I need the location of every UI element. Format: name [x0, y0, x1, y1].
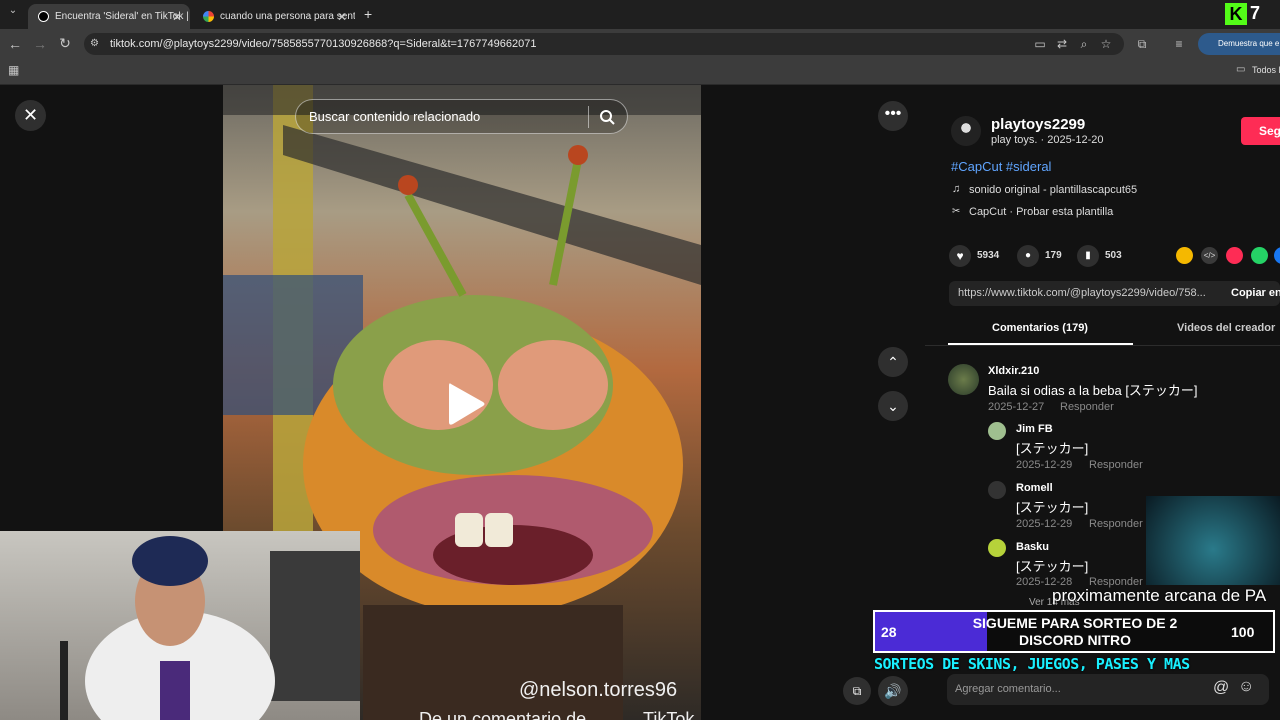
- apps-grid-icon[interactable]: ▦: [8, 63, 19, 77]
- comment-author[interactable]: Jim FB: [1016, 423, 1053, 435]
- video-bottom-caption: De un comentario de: [419, 709, 587, 720]
- sound-name[interactable]: sonido original - plantillascapcut65: [969, 184, 1137, 196]
- author-subline: play toys. · 2025-12-20: [991, 134, 1104, 146]
- comment-text: Baila si odias a la beba [ステッカー]: [988, 383, 1198, 398]
- tab-title: Encuentra 'Sideral' en TikTok | B: [55, 11, 190, 22]
- add-comment-box[interactable]: Agregar comentario... @ ☺: [947, 674, 1269, 705]
- folder-icon: ▭: [1236, 64, 1246, 75]
- extensions-icon[interactable]: ⧉: [1134, 37, 1150, 52]
- previous-video-button[interactable]: ⌃: [878, 347, 908, 377]
- next-video-button[interactable]: ⌄: [878, 391, 908, 421]
- search-icon[interactable]: [599, 109, 615, 125]
- more-options-icon[interactable]: •••: [878, 101, 908, 131]
- related-search-bar[interactable]: Buscar contenido relacionado: [295, 99, 628, 134]
- close-video-button[interactable]: ✕: [15, 100, 46, 131]
- all-bookmarks-label[interactable]: Todos l: [1252, 65, 1280, 75]
- giveaway-banner: SORTEOS DE SKINS, JUEGOS, PASES Y MAS: [874, 655, 1190, 673]
- capcut-template[interactable]: CapCut · Probar esta plantilla: [969, 206, 1113, 218]
- comment-date: 2025-12-29: [1016, 459, 1073, 471]
- comment-author[interactable]: Xldxir.210: [988, 365, 1039, 377]
- play-icon[interactable]: [445, 380, 485, 428]
- search-divider: [588, 106, 589, 128]
- repost-icon[interactable]: [1176, 247, 1193, 264]
- bookmarks-bar: [0, 59, 1280, 85]
- profile-button[interactable]: Demuestra que e: [1198, 33, 1280, 55]
- share-link[interactable]: https://www.tiktok.com/@playtoys2299/vid…: [958, 287, 1206, 299]
- follow-goal-bar: 28 SIGUEME PARA SORTEO DE 2 DISCORD NITR…: [873, 610, 1275, 653]
- avatar[interactable]: [988, 422, 1006, 440]
- site-info-icon[interactable]: ⚙: [90, 38, 99, 49]
- tiktok-favicon-icon: [38, 11, 49, 22]
- capcut-icon: ✂: [952, 206, 961, 217]
- tab-strip: ⌄ Encuentra 'Sideral' en TikTok | B ✕ cu…: [0, 0, 1280, 29]
- reply-button[interactable]: Responder: [1060, 401, 1114, 413]
- close-tab-icon[interactable]: ✕: [337, 10, 347, 24]
- forward-icon[interactable]: →: [31, 36, 49, 52]
- reload-icon[interactable]: ↻: [56, 35, 74, 52]
- comment-text: [ステッカー]: [1016, 559, 1089, 574]
- like-icon[interactable]: ♥: [949, 245, 971, 267]
- author-avatar[interactable]: [951, 116, 981, 146]
- comment-date: 2025-12-27: [988, 401, 1045, 413]
- avatar[interactable]: [988, 481, 1006, 499]
- tab-search-icon[interactable]: ⌄: [4, 5, 22, 16]
- emoji-icon[interactable]: ☺: [1238, 678, 1254, 696]
- whatsapp-icon[interactable]: [1251, 247, 1268, 264]
- goal-title-line1: SIGUEME PARA SORTEO DE 2: [972, 615, 1178, 631]
- goal-target: 100: [1231, 624, 1255, 640]
- related-search-placeholder: Buscar contenido relacionado: [309, 109, 481, 124]
- video-watermark: @nelson.torres96: [519, 679, 678, 701]
- music-note-icon: ♫: [952, 183, 961, 195]
- send-icon[interactable]: [1226, 247, 1243, 264]
- avatar[interactable]: [988, 539, 1006, 557]
- comment-text: [ステッカー]: [1016, 500, 1089, 515]
- webcam-overlay: [0, 531, 360, 720]
- google-favicon-icon: [203, 11, 214, 22]
- comment-count: 179: [1045, 250, 1062, 261]
- share-link-box: https://www.tiktok.com/@playtoys2299/vid…: [949, 281, 1280, 306]
- tab-title: cuando una persona para senta: [220, 11, 355, 22]
- comment-text: [ステッカー]: [1016, 441, 1089, 456]
- volume-icon[interactable]: 🔊: [878, 676, 908, 706]
- mention-icon[interactable]: @: [1213, 679, 1229, 697]
- back-icon[interactable]: ←: [6, 36, 24, 52]
- reply-button[interactable]: Responder: [1089, 459, 1143, 471]
- tab-creator-videos[interactable]: Videos del creador: [1177, 322, 1275, 334]
- kick-logo-icon: K: [1225, 3, 1247, 25]
- embed-icon[interactable]: </>: [1201, 247, 1218, 264]
- add-comment-placeholder: Agregar comentario...: [955, 683, 1061, 695]
- tabs-divider: [925, 345, 1280, 346]
- comment-author[interactable]: Basku: [1016, 541, 1049, 553]
- comment-icon[interactable]: ●: [1017, 245, 1039, 267]
- video-hashtags[interactable]: #CapCut #sideral: [951, 159, 1051, 174]
- author-username[interactable]: playtoys2299: [991, 116, 1085, 133]
- browser-tab-google[interactable]: cuando una persona para senta ✕: [193, 4, 355, 29]
- new-tab-button[interactable]: +: [364, 6, 372, 22]
- like-count: 5934: [977, 250, 1000, 261]
- zoom-icon[interactable]: ⌕: [1076, 37, 1092, 52]
- picture-in-picture-icon[interactable]: ⧉: [843, 677, 871, 705]
- bookmark-star-icon[interactable]: ☆: [1098, 37, 1114, 51]
- promo-clip-overlay: [1146, 496, 1280, 585]
- copy-link-button[interactable]: Copiar en: [1231, 287, 1280, 299]
- tiktok-watermark: TikTok: [643, 709, 695, 720]
- avatar[interactable]: [948, 364, 979, 395]
- cast-icon[interactable]: ▭: [1032, 37, 1048, 51]
- translate-icon[interactable]: ⇄: [1054, 37, 1070, 51]
- webcam-feed-illustration: [60, 536, 360, 720]
- viewer-count: 7: [1250, 3, 1261, 23]
- goal-title-line2: DISCORD NITRO: [1019, 632, 1131, 648]
- promo-caption: proximamente arcana de PA: [1052, 586, 1267, 605]
- save-count: 503: [1105, 250, 1122, 261]
- tab-comments[interactable]: Comentarios (179): [992, 322, 1088, 334]
- close-tab-icon[interactable]: ✕: [172, 10, 182, 24]
- browser-tab-tiktok[interactable]: Encuentra 'Sideral' en TikTok | B ✕: [28, 4, 190, 29]
- url-text[interactable]: tiktok.com/@playtoys2299/video/758585577…: [110, 38, 536, 50]
- reply-button[interactable]: Responder: [1089, 518, 1143, 530]
- media-control-icon[interactable]: ≡: [1171, 37, 1187, 51]
- follow-button[interactable]: Seg: [1241, 117, 1280, 145]
- comment-date: 2025-12-29: [1016, 518, 1073, 530]
- comment-author[interactable]: Romell: [1016, 482, 1053, 494]
- save-icon[interactable]: ▮: [1077, 245, 1099, 267]
